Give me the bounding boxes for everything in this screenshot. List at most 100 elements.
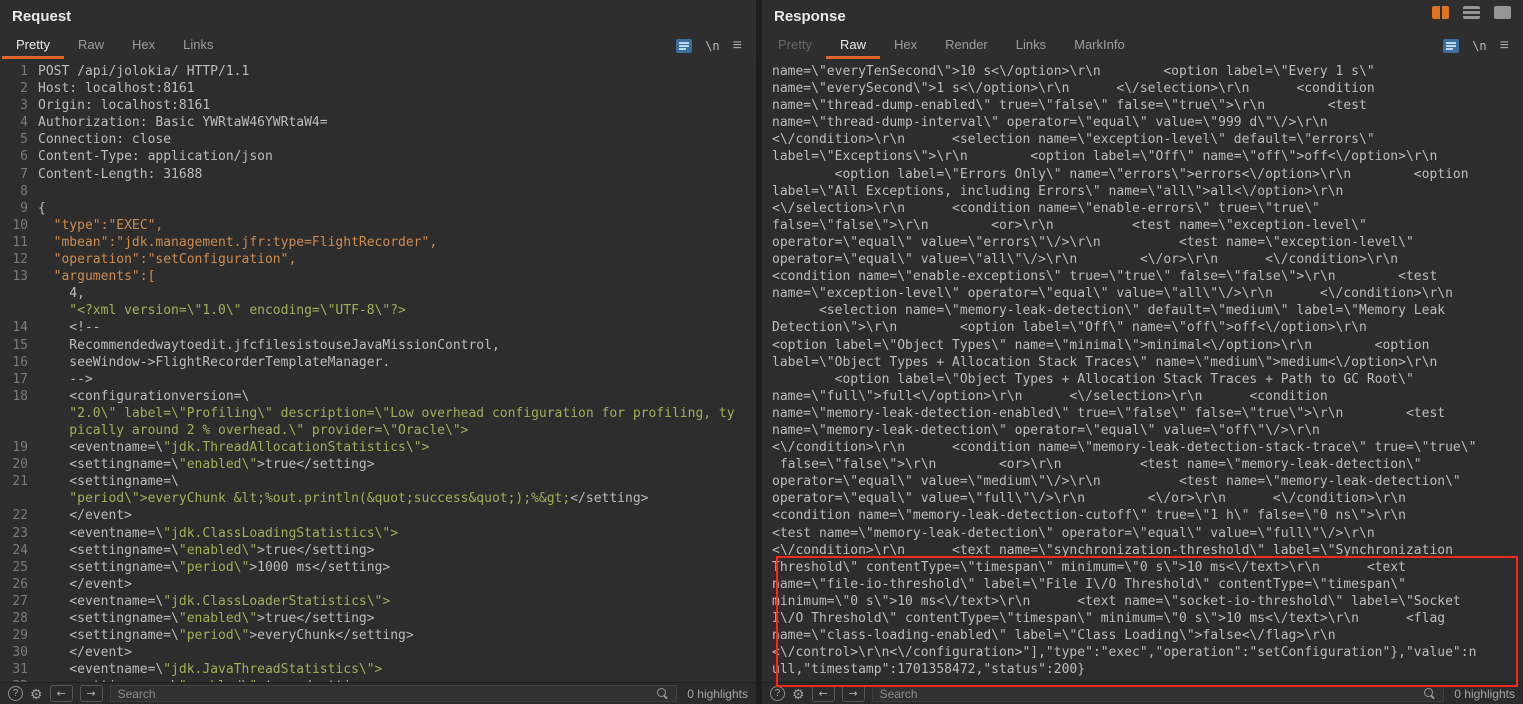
request-code-line: 18 <configurationversion=\ [6,388,756,405]
request-code-line: 20 <settingname=\"enabled\">true</settin… [6,456,756,473]
response-code-line: <test name=\"memory-leak-detection\" ope… [772,525,1523,542]
help-icon[interactable]: ? [8,686,23,701]
response-code-line: <option label=\"Object Types + Allocatio… [772,371,1523,388]
request-code-line: 10 "type":"EXEC", [6,217,756,234]
maximize-layout-icon[interactable] [1494,6,1511,19]
request-header: Request [0,0,756,32]
response-title: Response [774,8,846,25]
request-tab-links[interactable]: Links [169,32,227,59]
response-code-line: label=\"Object Types + Allocation Stack … [772,354,1523,371]
request-code-line: 3Origin: localhost:8161 [6,97,756,114]
request-code-line: 5Connection: close [6,131,756,148]
response-code-line: name=\"thread-dump-interval\" operator=\… [772,114,1523,131]
response-code-line: name=\"everySecond\">1 s<\/option>\r\n <… [772,80,1523,97]
request-code-line: 28 <settingname=\"enabled\">true</settin… [6,610,756,627]
request-search-field [110,685,678,702]
request-code-line: 1POST /api/jolokia/ HTTP/1.1 [6,63,756,80]
request-code-line: 14 <!-- [6,319,756,336]
editor-menu-icon[interactable]: ≡ [1500,38,1509,54]
request-code-line: 11 "mbean":"jdk.management.jfr:type=Flig… [6,234,756,251]
response-panel: Response PrettyRawHexRenderLinksMarkInfo… [762,0,1523,704]
request-code-line: 6Content-Type: application/json [6,148,756,165]
request-code-line: 4Authorization: Basic YWRtaW46YWRtaW4= [6,114,756,131]
response-highlights-count: 0 highlights [1454,687,1515,701]
response-code-line: <\/condition>\r\n <selection name=\"exce… [772,131,1523,148]
response-code-line: <option label=\"Errors Only\" name=\"err… [772,166,1523,183]
response-tab-raw[interactable]: Raw [826,32,880,59]
request-editor-tools: \n ≡ [676,32,742,59]
prev-match-button[interactable]: ← [812,685,835,702]
response-tab-render[interactable]: Render [931,32,1002,59]
request-tab-pretty[interactable]: Pretty [2,32,64,59]
response-code-line: name=\"exception-level\" operator=\"equa… [772,285,1523,302]
response-code-line: I\/O Threshold\" contentType=\"timespan\… [772,610,1523,627]
show-newlines-icon[interactable]: \n [1472,39,1486,53]
response-tabbar: PrettyRawHexRenderLinksMarkInfo \n ≡ [762,32,1523,59]
next-match-button[interactable]: → [80,685,103,702]
response-tab-hex[interactable]: Hex [880,32,931,59]
search-magnifier-icon[interactable] [1423,687,1436,700]
response-code-line: Detection\">\r\n <option label=\"Off\" n… [772,319,1523,336]
response-tab-links[interactable]: Links [1002,32,1060,59]
response-code-line: ull,"timestamp":1701358472,"status":200} [772,661,1523,678]
pretty-print-icon[interactable] [676,39,692,53]
request-code-line: 8 [6,183,756,200]
next-match-button[interactable]: → [842,685,865,702]
rows-layout-icon[interactable] [1463,6,1480,19]
request-code-line: 4, [6,285,756,302]
response-code-line: name=\"file-io-threshold\" label=\"File … [772,576,1523,593]
response-code-line: name=\"full\">full<\/option>\r\n <\/sele… [772,388,1523,405]
request-code-line: 24 <settingname=\"enabled\">true</settin… [6,542,756,559]
response-code-line: <\/control>\r\n<\/configuration>"],"type… [772,644,1523,661]
response-code-line: name=\"memory-leak-detection-enabled\" t… [772,405,1523,422]
pretty-print-icon[interactable] [1443,39,1459,53]
response-code-line: false=\"false\">\r\n <or>\r\n <test name… [772,456,1523,473]
request-code-line: 22 </event> [6,507,756,524]
settings-gear-icon[interactable]: ⚙ [792,687,805,701]
search-magnifier-icon[interactable] [656,687,669,700]
settings-gear-icon[interactable]: ⚙ [30,687,43,701]
request-tab-hex[interactable]: Hex [118,32,169,59]
request-code: 1POST /api/jolokia/ HTTP/1.12Host: local… [6,63,756,682]
response-code-line: name=\"everyTenSecond\">10 s<\/option>\r… [772,63,1523,80]
request-search-input[interactable] [118,687,651,701]
response-search-input[interactable] [880,687,1418,701]
request-code-line: 23 <eventname=\"jdk.ClassLoadingStatisti… [6,525,756,542]
request-code-line: 12 "operation":"setConfiguration", [6,251,756,268]
columns-layout-icon[interactable] [1432,6,1449,19]
response-search-bar: ? ⚙ ← → 0 highlights [762,682,1523,704]
response-code-line: operator=\"equal\" value=\"errors\"\/>\r… [772,234,1523,251]
response-editor[interactable]: name=\"everyTenSecond\">10 s<\/option>\r… [762,59,1523,682]
request-code-line: 25 <settingname=\"period\">1000 ms</sett… [6,559,756,576]
response-code-line: label=\"Exceptions\">\r\n <option label=… [772,148,1523,165]
http-message-viewer: Request PrettyRawHexLinks \n ≡ 1POST /ap… [0,0,1523,704]
response-code-line: <\/condition>\r\n <text name=\"synchroni… [772,542,1523,559]
request-panel: Request PrettyRawHexLinks \n ≡ 1POST /ap… [0,0,756,704]
response-code-line: <selection name=\"memory-leak-detection\… [772,302,1523,319]
response-code-line: name=\"class-loading-enabled\" label=\"C… [772,627,1523,644]
request-code-line: 16 seeWindow->FlightRecorderTemplateMana… [6,354,756,371]
layout-buttons [1432,6,1511,19]
request-code-line: 30 </event> [6,644,756,661]
response-code-line: minimum=\"0 s\">10 ms<\/text>\r\n <text … [772,593,1523,610]
request-tabs: PrettyRawHexLinks [2,32,676,59]
response-tabs: PrettyRawHexRenderLinksMarkInfo [764,32,1443,59]
request-title: Request [12,8,71,25]
help-icon[interactable]: ? [770,686,785,701]
request-code-line: 2Host: localhost:8161 [6,80,756,97]
response-code-line: operator=\"equal\" value=\"medium\"\/>\r… [772,473,1523,490]
request-tab-raw[interactable]: Raw [64,32,118,59]
response-code-line: <condition name=\"enable-exceptions\" tr… [772,268,1523,285]
request-editor[interactable]: 1POST /api/jolokia/ HTTP/1.12Host: local… [0,59,756,682]
show-newlines-icon[interactable]: \n [705,39,719,53]
response-tab-pretty[interactable]: Pretty [764,32,826,59]
request-code-line: "period\">everyChunk &lt;%out.println(&q… [6,490,756,507]
response-code-line: <\/condition>\r\n <condition name=\"memo… [772,439,1523,456]
response-code-line: <condition name=\"memory-leak-detection-… [772,507,1523,524]
request-search-bar: ? ⚙ ← → 0 highlights [0,682,756,704]
response-editor-tools: \n ≡ [1443,32,1509,59]
prev-match-button[interactable]: ← [50,685,73,702]
request-tabbar: PrettyRawHexLinks \n ≡ [0,32,756,59]
response-tab-markinfo[interactable]: MarkInfo [1060,32,1139,59]
editor-menu-icon[interactable]: ≡ [733,38,742,54]
